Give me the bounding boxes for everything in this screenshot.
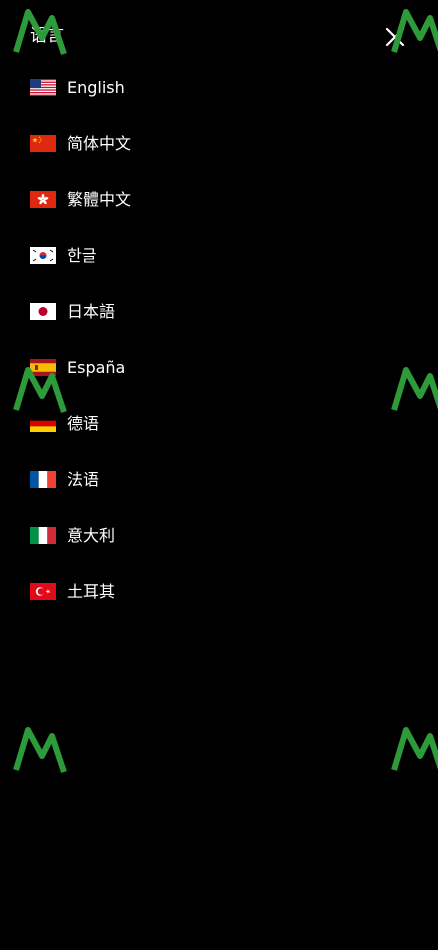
page-title: 语言 <box>30 26 64 46</box>
language-label: 繁體中文 <box>67 190 132 209</box>
language-label: 德语 <box>67 414 100 433</box>
language-item-italian[interactable]: 意大利 <box>0 508 438 564</box>
watermark-logo-icon <box>388 722 438 782</box>
flag-fr-icon <box>30 471 56 488</box>
flag-us-icon <box>30 79 56 96</box>
language-item-japanese[interactable]: 日本語 <box>0 284 438 340</box>
flag-de-icon <box>30 415 56 432</box>
language-item-german[interactable]: 德语 <box>0 396 438 452</box>
language-item-english[interactable]: English <box>0 60 438 116</box>
language-item-french[interactable]: 法语 <box>0 452 438 508</box>
language-label: 简体中文 <box>67 134 132 153</box>
language-label: 土耳其 <box>67 582 116 601</box>
flag-it-icon <box>30 527 56 544</box>
language-item-spanish[interactable]: España <box>0 340 438 396</box>
language-item-korean[interactable]: 한글 <box>0 228 438 284</box>
language-list: English 简体中文 繁體中文 한글 日本語 España 德语 法语 意大… <box>0 60 438 620</box>
language-label: 法语 <box>67 470 100 489</box>
flag-cn-icon <box>30 135 56 152</box>
language-label: España <box>67 358 126 377</box>
close-button[interactable] <box>384 26 406 48</box>
watermark-logo-icon <box>10 722 70 782</box>
language-item-simplified-chinese[interactable]: 简体中文 <box>0 116 438 172</box>
flag-tr-icon <box>30 583 56 600</box>
close-icon <box>385 27 405 47</box>
language-label: 한글 <box>67 246 97 265</box>
flag-kr-icon <box>30 247 56 264</box>
language-item-traditional-chinese[interactable]: 繁體中文 <box>0 172 438 228</box>
language-item-turkish[interactable]: 土耳其 <box>0 564 438 620</box>
language-label: 日本語 <box>67 302 116 321</box>
flag-jp-icon <box>30 303 56 320</box>
flag-es-icon <box>30 359 56 376</box>
language-label: English <box>67 78 125 97</box>
language-label: 意大利 <box>67 526 116 545</box>
flag-hk-icon <box>30 191 56 208</box>
